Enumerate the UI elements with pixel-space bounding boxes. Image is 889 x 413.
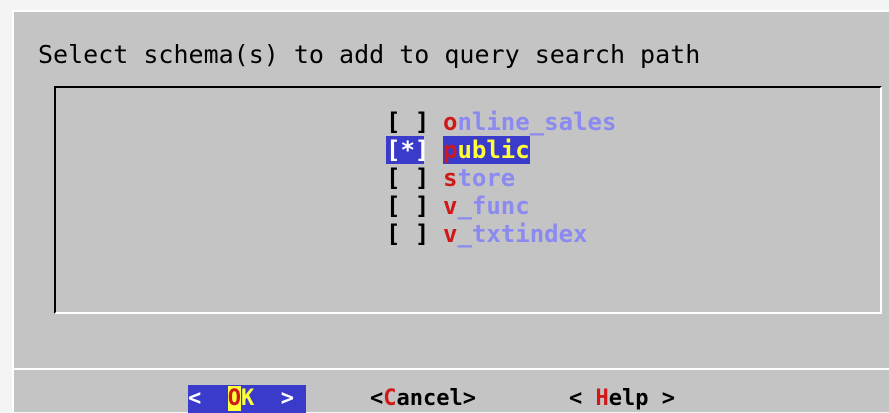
- help-left-bracket: <: [569, 386, 596, 411]
- help-label-rest: elp: [608, 386, 649, 411]
- schema-label: v_txtindex: [443, 220, 588, 248]
- schema-label-rest: _func: [457, 192, 530, 220]
- button-separator: [14, 368, 889, 370]
- schema-item-v-func[interactable]: [ ] v_func: [386, 192, 530, 220]
- dialog-title: Select schema(s) to add to query search …: [38, 40, 701, 69]
- hotkey-letter: H: [595, 386, 609, 411]
- hotkey-letter: s: [443, 164, 458, 192]
- hotkey-letter: p: [443, 136, 458, 164]
- schema-item-v-txtindex[interactable]: [ ] v_txtindex: [386, 220, 588, 248]
- hotkey-letter: o: [443, 108, 458, 136]
- hotkey-letter: C: [383, 386, 397, 411]
- cancel-right-bracket: >: [462, 386, 476, 411]
- schema-label: online_sales: [443, 108, 616, 136]
- help-right-bracket: >: [648, 386, 675, 411]
- schema-label-rest: nline_sales: [457, 108, 617, 136]
- cancel-left-bracket: <: [370, 386, 384, 411]
- cancel-label-rest: ancel: [396, 386, 463, 411]
- checkbox[interactable]: [ ]: [386, 108, 429, 136]
- schema-label-rest: _txtindex: [457, 220, 588, 248]
- cancel-button[interactable]: <Cancel>: [370, 385, 476, 413]
- schema-label: public: [443, 136, 530, 164]
- ok-label-rest: K: [241, 386, 255, 411]
- help-button[interactable]: < Help >: [569, 385, 675, 413]
- schema-item-online-sales[interactable]: [ ] online_sales: [386, 108, 616, 136]
- ok-button[interactable]: < OK >: [188, 385, 306, 413]
- screen-background: Select schema(s) to add to query search …: [0, 0, 889, 413]
- schema-label: store: [443, 164, 515, 192]
- schema-checklist[interactable]: [ ] online_sales [*] public [ ] store [ …: [54, 86, 882, 314]
- hotkey-letter: v: [443, 192, 458, 220]
- schema-label-rest: ublic: [457, 136, 530, 164]
- ok-left-bracket: <: [188, 386, 228, 411]
- checkbox[interactable]: [*]: [386, 136, 429, 164]
- schema-select-dialog: Select schema(s) to add to query search …: [12, 10, 889, 413]
- hotkey-letter: v: [443, 220, 458, 248]
- schema-item-public[interactable]: [*] public: [386, 136, 530, 164]
- checkbox[interactable]: [ ]: [386, 164, 429, 192]
- schema-label: v_func: [443, 192, 530, 220]
- ok-right-bracket: >: [254, 386, 294, 411]
- schema-label-rest: tore: [457, 164, 516, 192]
- hotkey-letter: O: [227, 386, 241, 411]
- schema-item-store[interactable]: [ ] store: [386, 164, 515, 192]
- checkbox[interactable]: [ ]: [386, 220, 429, 248]
- checkbox[interactable]: [ ]: [386, 192, 429, 220]
